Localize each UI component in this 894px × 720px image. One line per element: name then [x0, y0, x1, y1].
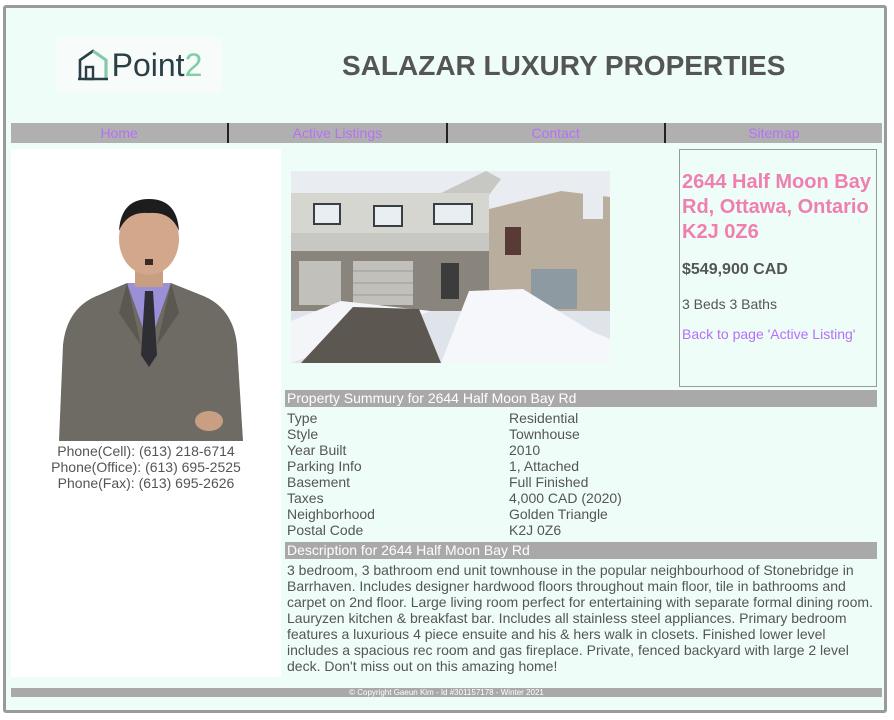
- summary-value: 1, Attached: [509, 458, 580, 474]
- summary-value: Golden Triangle: [509, 506, 608, 522]
- nav-contact[interactable]: Contact: [448, 123, 666, 143]
- phone-office: Phone(Office): (613) 695-2525: [51, 459, 241, 475]
- summary-label: Type: [287, 410, 318, 426]
- table-row: Basement Full Finished: [287, 474, 875, 490]
- back-to-active-listing-link[interactable]: Back to page 'Active Listing': [682, 326, 855, 342]
- nav-active-listings[interactable]: Active Listings: [229, 123, 448, 143]
- point2-logo[interactable]: Point2: [56, 37, 222, 93]
- table-row: Year Built 2010: [287, 442, 875, 458]
- summary-label: Taxes: [287, 490, 324, 506]
- site-title: SALAZAR LUXURY PROPERTIES: [342, 50, 786, 81]
- description-header: Description for 2644 Half Moon Bay Rd: [285, 542, 877, 559]
- listing-info-box: 2644 Half Moon Bay Rd, Ottawa, Ontario K…: [679, 149, 877, 387]
- house-logo-icon: [77, 49, 108, 81]
- phone-fax: Phone(Fax): (613) 695-2626: [57, 475, 235, 491]
- table-row: Style Townhouse: [287, 426, 875, 442]
- table-row: Neighborhood Golden Triangle: [287, 506, 875, 522]
- table-row: Type Residential: [287, 410, 875, 426]
- phone-cell: Phone(Cell): (613) 218-6714: [57, 443, 235, 459]
- agent-panel: Phone(Cell): (613) 218-6714 Phone(Office…: [11, 149, 281, 677]
- property-summary-table: Type Residential Style Townhouse Year Buil…: [287, 410, 875, 538]
- summary-label: Basement: [287, 474, 351, 490]
- summary-value: Townhouse: [509, 426, 580, 442]
- nav-sitemap[interactable]: Sitemap: [666, 123, 882, 143]
- logo-text-main: Point: [111, 46, 185, 83]
- listing-price: $549,900 CAD: [682, 261, 788, 278]
- summary-label: Neighborhood: [287, 506, 375, 522]
- logo-text-accent: 2: [184, 46, 203, 83]
- summary-value: Residential: [509, 410, 579, 426]
- footer-copyright: © Copyright Gaeun Kim - Id #301157178 - …: [11, 688, 882, 697]
- table-row: Postal Code K2J 0Z6: [287, 522, 875, 538]
- summary-value: Full Finished: [509, 474, 589, 490]
- listing-address: 2644 Half Moon Bay Rd, Ottawa, Ontario K…: [682, 171, 871, 243]
- summary-label: Postal Code: [287, 522, 364, 538]
- agent-contacts: Phone(Cell): (613) 218-6714 Phone(Office…: [11, 443, 281, 491]
- summary-value: 2010: [509, 442, 541, 458]
- summary-label: Parking Info: [287, 458, 362, 474]
- main-nav: Home Active Listings Contact Sitemap: [11, 123, 882, 143]
- table-row: Parking Info 1, Attached: [287, 458, 875, 474]
- agent-photo: [59, 199, 243, 441]
- summary-label: Year Built: [287, 442, 347, 458]
- summary-value: K2J 0Z6: [509, 522, 562, 538]
- property-description: 3 bedroom, 3 bathroom end unit townhouse…: [287, 562, 873, 674]
- property-photo: [291, 171, 610, 363]
- logo-text: Point2: [112, 47, 203, 84]
- listing-beds-baths: 3 Beds 3 Baths: [682, 296, 777, 312]
- table-row: Taxes 4,000 CAD (2020): [287, 490, 875, 506]
- summary-value: 4,000 CAD (2020): [509, 490, 622, 506]
- summary-header: Property Summury for 2644 Half Moon Bay …: [285, 390, 877, 407]
- nav-home[interactable]: Home: [11, 123, 230, 143]
- summary-label: Style: [287, 426, 319, 442]
